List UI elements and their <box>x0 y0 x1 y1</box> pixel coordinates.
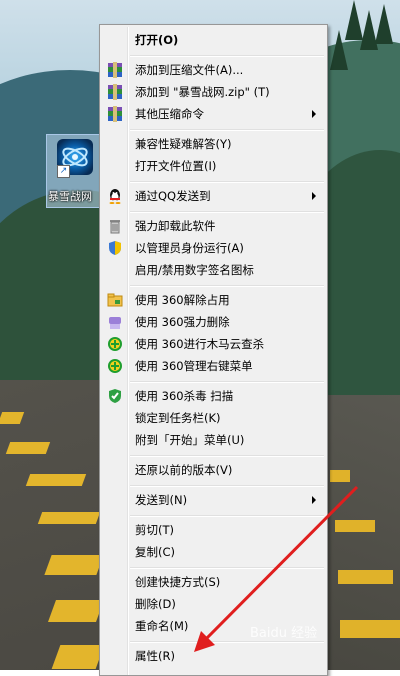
annotation-arrow <box>194 485 359 652</box>
baidu-watermark: Baidu 经验 <box>250 626 318 641</box>
